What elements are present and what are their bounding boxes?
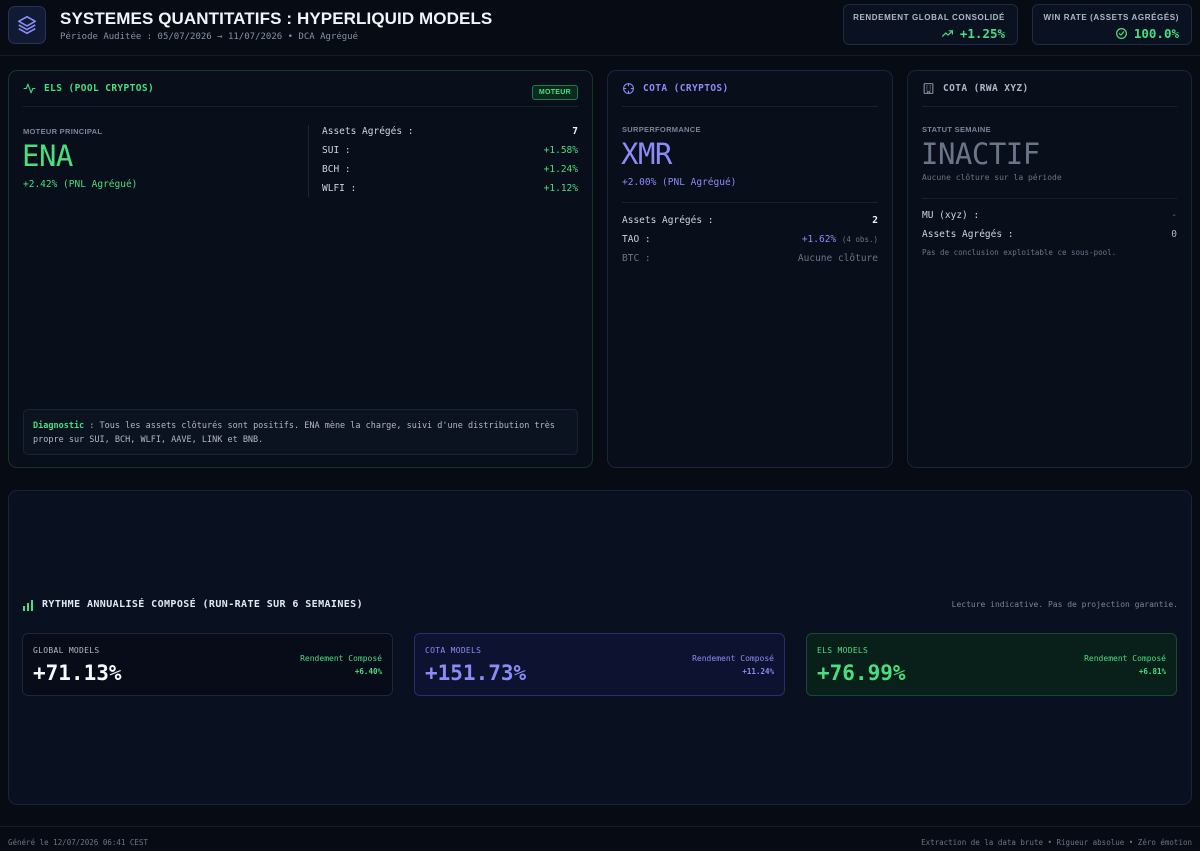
els-card: ELS (POOL CRYPTOS) MOTEUR MOTEUR PRINCIP… <box>8 70 593 468</box>
box-label: COTA MODELS <box>425 646 482 655</box>
box-return-value: +6.81% <box>1138 667 1166 676</box>
activity-icon <box>23 83 36 94</box>
weekly-status-label: STATUT SEMAINE <box>922 125 991 134</box>
rwa-note: Pas de conclusion exploitable ce sous-po… <box>922 248 1117 257</box>
box-value: +71.13% <box>33 661 122 685</box>
box-value: +76.99% <box>817 661 906 685</box>
weekly-status-sub: Aucune clôture sur la période <box>922 173 1062 182</box>
asset-row-mu: MU (xyz) : - <box>922 210 1177 221</box>
surperformance-label: SURPERFORMANCE <box>622 125 701 134</box>
box-return-value: +6.40% <box>354 667 382 676</box>
assets-aggregated-row: Assets Agrégés : 0 <box>922 229 1177 240</box>
assets-label: Assets Agrégés : <box>922 229 1014 240</box>
check-circle-icon <box>1115 28 1127 39</box>
box-label: GLOBAL MODELS <box>33 646 100 655</box>
section-divider <box>922 198 1177 199</box>
layers-logo <box>8 6 46 44</box>
column-divider <box>308 125 309 197</box>
crosshair-icon <box>623 83 634 94</box>
layers-icon <box>17 15 37 35</box>
rythme-title: RYTHME ANNUALISÉ COMPOSÉ (RUN-RATE SUR 6… <box>42 599 364 610</box>
asset-name: SUI : <box>322 145 351 156</box>
cota-rwa-title: COTA (RWA XYZ) <box>943 83 1029 94</box>
asset-value: +1.24% <box>543 164 578 175</box>
els-title: ELS (POOL CRYPTOS) <box>44 83 155 94</box>
asset-value: +1.12% <box>543 183 578 194</box>
box-value: +151.73% <box>425 661 527 685</box>
asset-value: +1.58% <box>543 145 578 156</box>
assets-label: Assets Agrégés : <box>322 126 414 137</box>
assets-label: Assets Agrégés : <box>622 215 714 226</box>
diagnostic-box: Diagnostic : Tous les assets clôturés so… <box>23 409 578 455</box>
asset-row: WLFI : +1.12% <box>322 183 578 194</box>
diagnostic-label: Diagnostic <box>33 421 85 431</box>
footer-tagline: Extraction de la data brute • Rigueur ab… <box>921 838 1192 847</box>
kpi-label: WIN RATE (ASSETS AGRÉGÉS) <box>1043 13 1179 22</box>
cota-crypto-header: COTA (CRYPTOS) <box>622 71 878 107</box>
kpi-global-return: RENDEMENT GLOBAL CONSOLIDÉ +1.25% <box>843 4 1018 45</box>
cota-models-box: COTA MODELS +151.73% Rendement Composé +… <box>414 633 785 696</box>
assets-aggregated-row: Assets Agrégés : 7 <box>322 126 578 137</box>
cota-crypto-card: COTA (CRYPTOS) SURPERFORMANCE XMR +2.00%… <box>607 70 893 468</box>
asset-row: BCH : +1.24% <box>322 164 578 175</box>
footer-divider <box>0 826 1200 827</box>
global-models-box: GLOBAL MODELS +71.13% Rendement Composé … <box>22 633 393 696</box>
asset-row: SUI : +1.58% <box>322 145 578 156</box>
weekly-status-value: INACTIF <box>921 137 1040 171</box>
box-return-label: Rendement Composé <box>692 654 774 663</box>
asset-name: TAO : <box>622 234 651 245</box>
assets-count: 7 <box>572 126 578 137</box>
box-return-label: Rendement Composé <box>300 654 382 663</box>
building-icon <box>923 83 934 94</box>
asset-value: Aucune clôture <box>797 253 878 264</box>
engine-pnl: +2.42% (PNL Agrégué) <box>23 179 138 190</box>
surperformance-value: XMR <box>621 137 672 171</box>
kpi-value: +1.25% <box>959 26 1005 41</box>
assets-aggregated-row: Assets Agrégés : 2 <box>622 215 878 226</box>
kpi-label: RENDEMENT GLOBAL CONSOLIDÉ <box>853 13 1005 22</box>
asset-name: BTC : <box>622 253 651 264</box>
els-models-box: ELS MODELS +76.99% Rendement Composé +6.… <box>806 633 1177 696</box>
trending-up-icon <box>941 30 953 37</box>
engine-value: ENA <box>22 139 73 173</box>
diagnostic-text: : Tous les assets clôturés sont positifs… <box>33 421 555 445</box>
els-card-header: ELS (POOL CRYPTOS) <box>23 71 578 107</box>
surperformance-pnl: +2.00% (PNL Agrégué) <box>622 177 737 188</box>
assets-count: 2 <box>872 215 878 226</box>
box-return-label: Rendement Composé <box>1084 654 1166 663</box>
cota-crypto-title: COTA (CRYPTOS) <box>643 83 729 94</box>
box-label: ELS MODELS <box>817 646 869 655</box>
page-title: SYSTEMES QUANTITATIFS : HYPERLIQUID MODE… <box>60 9 493 28</box>
engine-label: MOTEUR PRINCIPAL <box>23 127 103 136</box>
box-return-value: +11.24% <box>742 667 774 676</box>
asset-name: MU (xyz) : <box>922 210 980 221</box>
assets-count: 0 <box>1171 229 1177 240</box>
engine-badge: MOTEUR <box>531 85 578 100</box>
asset-obs: (4 obs.) <box>841 235 878 244</box>
kpi-value: 100.0% <box>1133 26 1179 41</box>
asset-value: +1.62% <box>801 234 837 245</box>
cota-rwa-card: COTA (RWA XYZ) STATUT SEMAINE INACTIF Au… <box>907 70 1192 468</box>
asset-name: WLFI : <box>322 183 357 194</box>
section-divider <box>622 202 878 203</box>
asset-row-tao: TAO : +1.62% (4 obs.) <box>622 234 878 245</box>
asset-value: - <box>1171 210 1177 221</box>
footer-generated: Généré le 12/07/2026 06:41 CEST <box>8 838 148 847</box>
asset-row-btc: BTC : Aucune clôture <box>622 253 878 264</box>
bar-chart-icon <box>23 600 33 611</box>
cota-rwa-header: COTA (RWA XYZ) <box>922 71 1177 107</box>
rythme-note: Lecture indicative. Pas de projection ga… <box>951 600 1178 609</box>
header-divider <box>0 55 1200 56</box>
kpi-win-rate: WIN RATE (ASSETS AGRÉGÉS) 100.0% <box>1032 4 1192 45</box>
audit-period: Période Auditée : 05/07/2026 → 11/07/202… <box>60 32 359 42</box>
asset-name: BCH : <box>322 164 351 175</box>
